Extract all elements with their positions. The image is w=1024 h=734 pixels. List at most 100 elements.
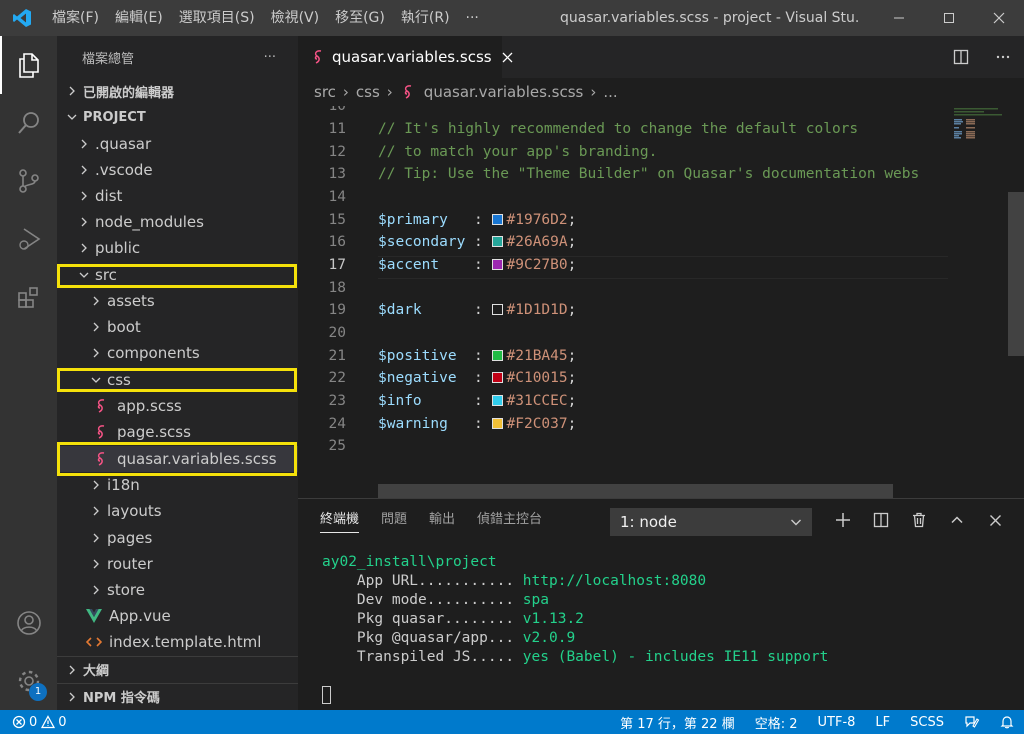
color-swatch[interactable] (491, 350, 503, 361)
source-control-button[interactable] (0, 152, 57, 210)
color-swatch[interactable] (491, 395, 503, 406)
tree-folder-vscode[interactable]: .vscode (57, 157, 298, 183)
sass-icon (93, 398, 111, 414)
tree-folder-router[interactable]: router (57, 551, 298, 577)
tree-file-index-template-html[interactable]: index.template.html (57, 629, 298, 655)
tree-file-app-scss[interactable]: app.scss (57, 393, 298, 419)
indentation[interactable]: 空格: 2 (745, 713, 808, 732)
tab-problems[interactable]: 問題 (381, 499, 407, 541)
tree-file-app-vue[interactable]: App.vue (57, 603, 298, 629)
code-line: 11 // It's highly recommended to change t… (298, 118, 948, 141)
problems-indicator[interactable]: 0 0 (0, 715, 67, 730)
tab-terminal[interactable]: 終端機 (320, 499, 360, 541)
explorer-more-button[interactable]: ··· (264, 50, 276, 65)
cursor-position[interactable]: 第 17 行，第 22 欄 (610, 713, 745, 732)
vue-icon (85, 609, 103, 623)
tree-folder-dist[interactable]: dist (57, 183, 298, 209)
menu-selection[interactable]: 選取項目(S) (171, 0, 263, 36)
terminal-select[interactable]: 1: node (610, 508, 812, 536)
menu-go[interactable]: 移至(G) (327, 0, 393, 36)
color-swatch[interactable] (491, 214, 503, 225)
extensions-button[interactable] (0, 268, 57, 326)
menu-view[interactable]: 檢視(V) (263, 0, 328, 36)
editor-more-button[interactable] (982, 36, 1024, 78)
run-debug-button[interactable] (0, 210, 57, 268)
tree-folder-pages[interactable]: pages (57, 525, 298, 551)
maximize-panel-button[interactable] (938, 499, 976, 541)
tree-file-page-scss[interactable]: page.scss (57, 419, 298, 445)
color-swatch[interactable] (491, 304, 503, 315)
color-swatch[interactable] (491, 372, 503, 383)
tree-folder-public[interactable]: public (57, 235, 298, 261)
tree-folder-css[interactable]: css (57, 367, 298, 393)
section-outline[interactable]: 大綱 (57, 656, 298, 682)
breadcrumb-src[interactable]: src (314, 83, 336, 101)
window-title: quasar.variables.scss - project - Visual… (560, 10, 860, 26)
encoding[interactable]: UTF-8 (808, 715, 866, 730)
maximize-button[interactable] (924, 0, 974, 36)
trash-icon (913, 512, 925, 528)
minimize-icon (894, 17, 904, 19)
tree-folder-quasar[interactable]: .quasar (57, 131, 298, 157)
tree-folder-node-modules[interactable]: node_modules (57, 209, 298, 235)
kill-terminal-button[interactable] (900, 499, 938, 541)
accounts-button[interactable] (0, 594, 57, 652)
search-button[interactable] (0, 94, 57, 152)
section-open-editors[interactable]: 已開啟的編輯器 (57, 78, 298, 104)
explorer-button[interactable] (0, 36, 57, 94)
breadcrumb-file[interactable]: quasar.variables.scss (424, 83, 584, 101)
tree-folder-store[interactable]: store (57, 577, 298, 603)
color-swatch[interactable] (491, 259, 503, 270)
minimap[interactable] (948, 106, 1006, 498)
chevron-down-icon (77, 270, 91, 280)
code-editor[interactable]: 10 11 // It's highly recommended to chang… (298, 106, 1024, 498)
close-window-button[interactable] (974, 0, 1024, 36)
close-panel-button[interactable] (976, 499, 1014, 541)
breadcrumb-css[interactable]: css (356, 83, 380, 101)
tree-folder-i18n[interactable]: i18n (57, 472, 298, 498)
tree-folder-src[interactable]: src (57, 262, 298, 288)
terminal-cursor[interactable] (322, 686, 331, 704)
code-line: 15 $primary : #1976D2; (298, 209, 948, 232)
scss-variable: $dark (378, 302, 475, 318)
breadcrumb-symbols[interactable]: ... (603, 83, 617, 101)
menu-run[interactable]: 執行(R) (393, 0, 458, 36)
new-terminal-button[interactable] (824, 499, 862, 541)
line-number: 23 (328, 393, 346, 409)
menu-more[interactable]: ··· (458, 0, 487, 36)
line-number: 25 (328, 438, 346, 454)
section-project[interactable]: PROJECT (57, 104, 298, 130)
tab-output[interactable]: 輸出 (429, 499, 455, 541)
vertical-scrollbar[interactable] (1008, 192, 1024, 356)
line-number: 24 (328, 416, 346, 432)
feedback-button[interactable] (954, 715, 990, 729)
horizontal-scrollbar[interactable] (378, 484, 893, 498)
code-line: 16 $secondary : #26A69A; (298, 231, 948, 254)
tree-folder-components[interactable]: components (57, 340, 298, 366)
tree-folder-assets[interactable]: assets (57, 288, 298, 314)
tree-folder-layouts[interactable]: layouts (57, 498, 298, 524)
notifications-button[interactable] (990, 715, 1024, 729)
color-swatch[interactable] (491, 236, 503, 247)
minimize-button[interactable] (874, 0, 924, 36)
tree-file-quasar-variables-scss[interactable]: quasar.variables.scss (57, 446, 298, 472)
menu-file[interactable]: 檔案(F) (44, 0, 107, 36)
language-mode[interactable]: SCSS (900, 715, 954, 730)
color-swatch[interactable] (491, 418, 503, 429)
end-of-line[interactable]: LF (865, 715, 900, 730)
tree-folder-boot[interactable]: boot (57, 314, 298, 340)
section-npm-scripts[interactable]: NPM 指令碼 (57, 683, 298, 709)
split-terminal-button[interactable] (862, 499, 900, 541)
tab-debug-console[interactable]: 偵錯主控台 (477, 499, 542, 541)
tree-label: i18n (107, 476, 140, 494)
split-editor-button[interactable] (940, 36, 982, 78)
code-line: 23 $info : #31CCEC; (298, 390, 948, 413)
manage-button[interactable]: 1 (0, 652, 57, 710)
menu-edit[interactable]: 編輯(E) (107, 0, 171, 36)
sass-icon (400, 84, 418, 100)
tab-quasar-variables-scss[interactable]: quasar.variables.scss (298, 36, 513, 78)
status-bar: 0 0 第 17 行，第 22 欄 空格: 2 UTF-8 LF SCSS (0, 710, 1024, 734)
tab-close-button[interactable] (502, 52, 513, 63)
panel-tabs: 終端機 問題 輸出 偵錯主控台 (320, 499, 564, 541)
more-icon (996, 55, 1010, 59)
